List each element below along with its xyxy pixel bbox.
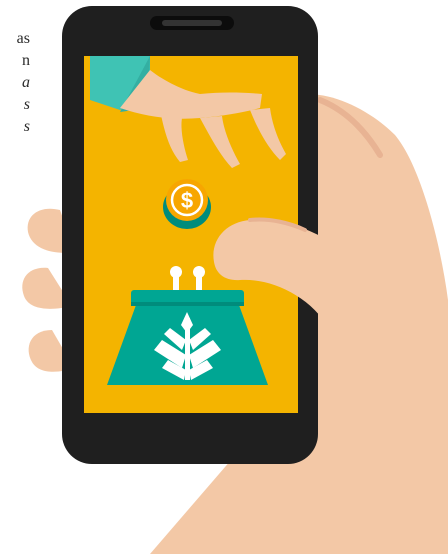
phone-payment-illustration: $: [22, 6, 448, 554]
coin-symbol: $: [181, 188, 193, 213]
